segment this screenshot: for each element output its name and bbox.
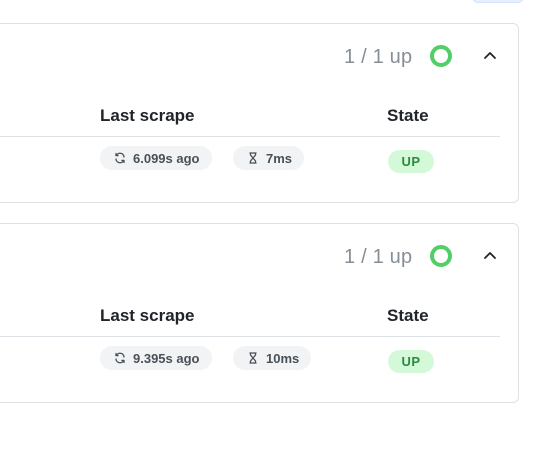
hourglass-icon	[247, 152, 259, 164]
last-scrape-badge: 9.395s ago	[100, 346, 212, 370]
table-divider	[0, 136, 500, 137]
refresh-icon	[114, 352, 126, 364]
scrape-duration-value: 10ms	[266, 350, 300, 366]
status-ring-icon	[430, 45, 452, 67]
pool-up-count: 1 / 1 up	[344, 46, 413, 68]
scrape-duration-value: 7ms	[266, 150, 293, 166]
chevron-up-icon[interactable]	[480, 245, 500, 265]
column-header-state: State	[387, 106, 429, 125]
column-header-last-scrape: Last scrape	[100, 106, 195, 125]
state-badge: UP	[388, 350, 434, 373]
scrape-duration-badge: 10ms	[233, 346, 312, 370]
chevron-up-icon[interactable]	[480, 45, 500, 65]
scrape-duration-badge: 7ms	[233, 146, 305, 170]
table-divider	[0, 336, 500, 337]
hourglass-icon	[247, 352, 259, 364]
scrape-pool-panel: 1 / 1 up Last scrape State 9.395s ago 10…	[0, 223, 519, 403]
scrape-pool-panel: 1 / 1 up Last scrape State 6.099s ago 7m…	[0, 23, 519, 203]
last-scrape-value: 6.099s ago	[133, 150, 200, 166]
state-badge: UP	[388, 150, 434, 173]
last-scrape-badge: 6.099s ago	[100, 146, 212, 170]
pool-up-count: 1 / 1 up	[344, 246, 413, 268]
page: 1 / 1 up Last scrape State 6.099s ago 7m…	[0, 0, 533, 454]
last-scrape-value: 9.395s ago	[133, 350, 200, 366]
column-header-last-scrape: Last scrape	[100, 306, 195, 325]
top-edge-button[interactable]	[472, 0, 524, 3]
refresh-icon	[114, 152, 126, 164]
status-ring-icon	[430, 245, 452, 267]
column-header-state: State	[387, 306, 429, 325]
